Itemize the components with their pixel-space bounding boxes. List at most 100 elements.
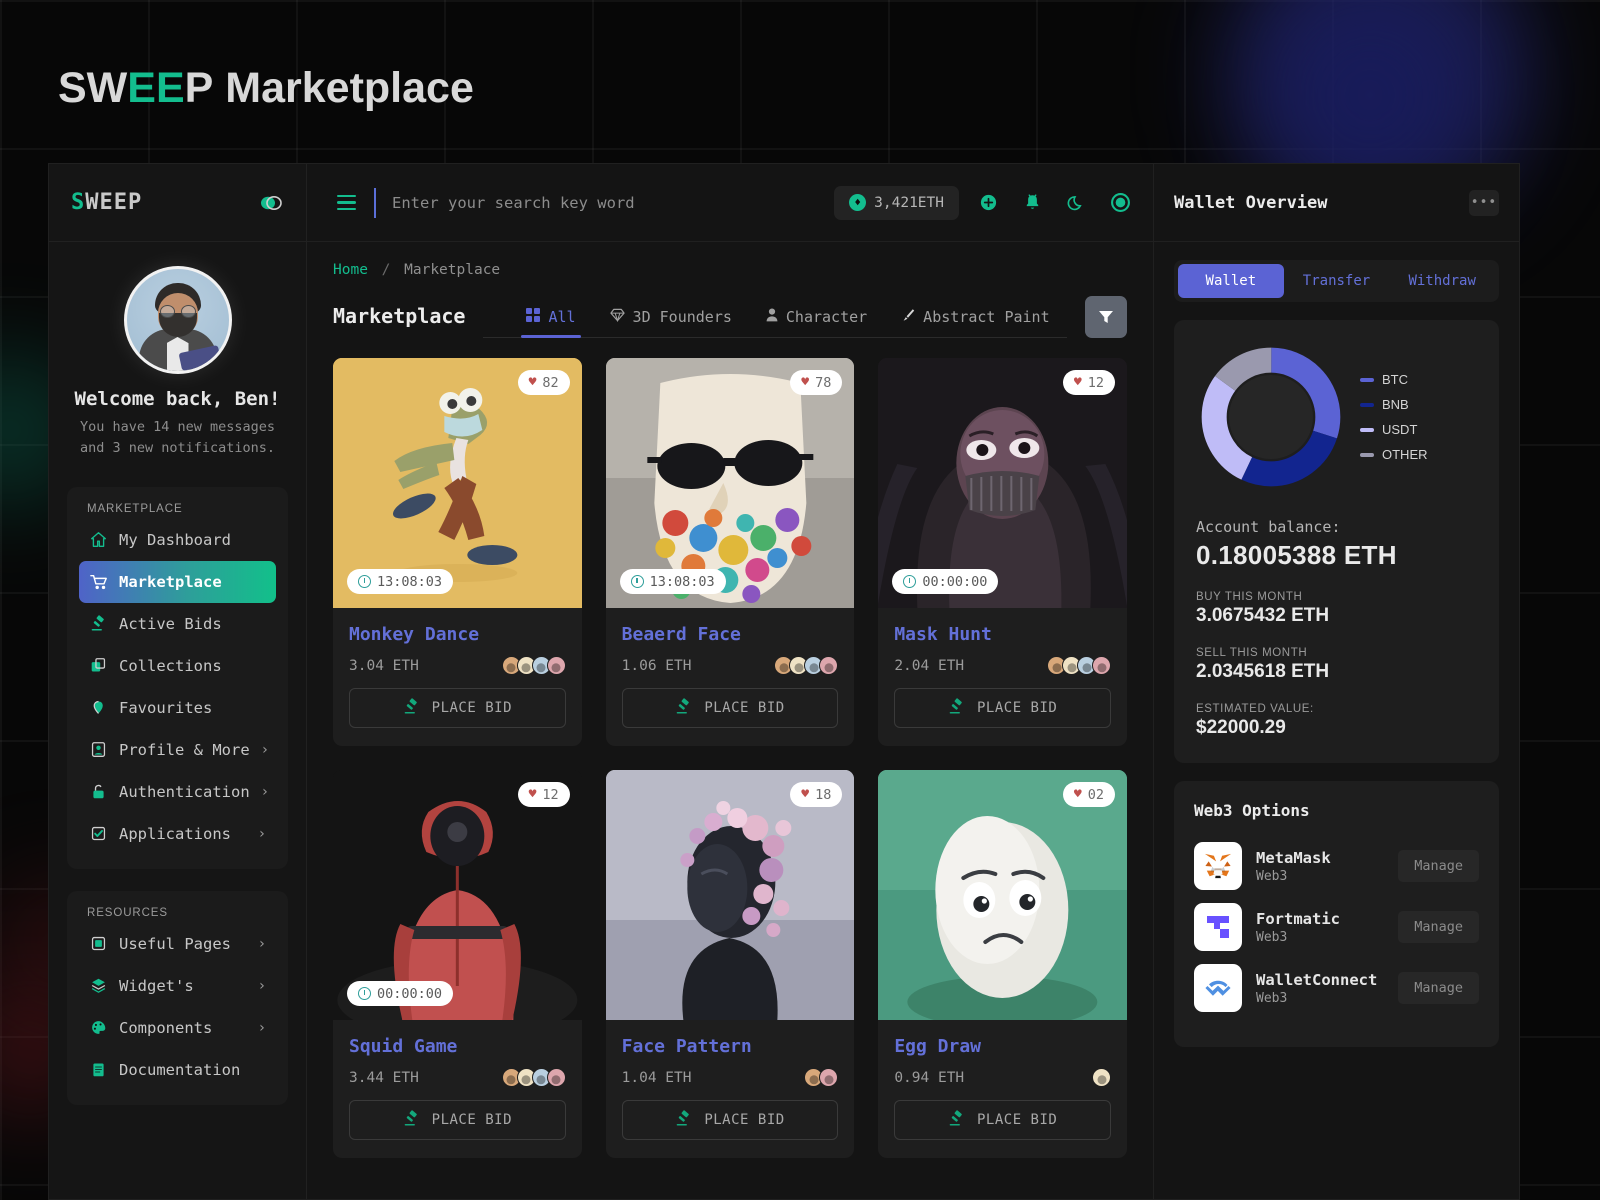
profile-ring-icon[interactable] — [1105, 188, 1135, 218]
nft-name[interactable]: Beaerd Face — [622, 624, 839, 645]
sidebar-item-marketplace[interactable]: Marketplace — [79, 560, 276, 603]
sidebar-item-label: Authentication — [119, 782, 250, 801]
like-badge[interactable]: ♥ 12 — [517, 782, 570, 807]
tab-abstract-paint[interactable]: Abstract Paint — [888, 301, 1062, 337]
nft-thumbnail[interactable]: ♥ 12 00:00:00 — [878, 358, 1127, 608]
place-bid-button[interactable]: PLACE BID — [621, 688, 839, 728]
place-bid-button[interactable]: PLACE BID — [894, 688, 1111, 728]
place-bid-label: PLACE BID — [704, 700, 785, 716]
tab-wallet[interactable]: Wallet — [1178, 264, 1284, 298]
sidebar-item-favourites[interactable]: Favourites — [79, 687, 276, 729]
tab-character[interactable]: Character — [753, 301, 880, 337]
sidebar-item-active-bids[interactable]: Active Bids — [79, 603, 276, 645]
more-dots-icon[interactable]: ••• — [1469, 189, 1499, 216]
diamond-icon — [609, 308, 625, 326]
nft-card[interactable]: ♥ 02 Egg Draw 0.94 ETH PLACE BID — [878, 770, 1127, 1158]
tab-all[interactable]: All — [513, 301, 588, 338]
search-input[interactable] — [392, 193, 821, 212]
cart-icon — [89, 572, 108, 591]
manage-button[interactable]: Manage — [1398, 850, 1479, 882]
layers-icon — [89, 976, 108, 995]
nft-meta-row: 0.94 ETH — [894, 1068, 1111, 1087]
nft-thumbnail[interactable]: ♥ 18 — [605, 770, 855, 1020]
dark-mode-moon-icon[interactable] — [1061, 188, 1091, 218]
countdown-badge: 13:08:03 — [347, 569, 454, 594]
tab-label: Character — [785, 308, 868, 326]
square-icon — [89, 934, 108, 953]
place-bid-button[interactable]: PLACE BID — [349, 688, 566, 728]
nft-card[interactable]: ♥ 78 13:08:03 Beaerd Face 1.06 ETH PLACE… — [605, 358, 855, 746]
nft-thumbnail[interactable]: ♥ 82 13:08:03 — [333, 358, 582, 608]
avatar — [819, 1068, 839, 1087]
brand-logo-rest: WEEP — [85, 190, 143, 215]
legend-swatch — [1360, 452, 1374, 457]
hamburger-icon[interactable] — [333, 191, 360, 214]
sidebar-item-collections[interactable]: Collections — [79, 645, 276, 687]
nft-name[interactable]: Squid Game — [349, 1036, 566, 1057]
heart-icon: ♥ — [1073, 787, 1082, 802]
breadcrumb-home[interactable]: Home — [333, 262, 368, 278]
nft-card[interactable]: ♥ 12 00:00:00 Mask Hunt 2.04 ETH PLACE B… — [878, 358, 1127, 746]
tab-label: All — [548, 308, 576, 326]
notification-bell-icon[interactable] — [1017, 188, 1047, 218]
heart-icon: ♥ — [528, 787, 537, 802]
place-bid-button[interactable]: PLACE BID — [894, 1100, 1111, 1140]
manage-button[interactable]: Manage — [1398, 911, 1479, 943]
stat-label: BUY THIS MONTH — [1196, 591, 1303, 603]
heart-icon: ♥ — [1073, 375, 1082, 390]
tab-withdraw[interactable]: Withdraw — [1389, 264, 1495, 298]
filter-funnel-icon[interactable] — [1085, 296, 1127, 338]
chart-legend: BTC BNB USDT OTHER — [1360, 372, 1428, 462]
link-toggle-icon[interactable] — [258, 190, 284, 216]
countdown-badge: 00:00:00 — [347, 981, 454, 1006]
fortmatic-icon — [1194, 903, 1242, 951]
sidebar-item-label: Marketplace — [119, 572, 222, 591]
web3-option-name: MetaMask — [1256, 848, 1331, 867]
countdown-badge: 00:00:00 — [892, 569, 999, 594]
nft-name[interactable]: Monkey Dance — [349, 624, 566, 645]
like-badge[interactable]: ♥ 82 — [517, 370, 570, 395]
profile-card-icon — [89, 740, 108, 759]
sidebar-item-my-dashboard[interactable]: My Dashboard — [79, 519, 276, 561]
like-badge[interactable]: ♥ 78 — [790, 370, 843, 395]
sidebar-item-authentication[interactable]: Authentication › — [79, 771, 276, 813]
place-bid-button[interactable]: PLACE BID — [621, 1100, 839, 1140]
add-circle-icon[interactable] — [973, 188, 1003, 218]
nft-thumbnail[interactable]: ♥ 02 — [878, 770, 1127, 1020]
nft-thumbnail[interactable]: ♥ 12 00:00:00 — [333, 770, 582, 1020]
like-badge[interactable]: ♥ 18 — [790, 782, 843, 807]
like-badge[interactable]: ♥ 12 — [1062, 370, 1115, 395]
tab-label: 3D Founders — [632, 308, 732, 326]
sidebar-item-applications[interactable]: Applications › — [79, 813, 276, 855]
brand-logo[interactable]: SWEEP — [71, 190, 142, 215]
like-badge[interactable]: ♥ 02 — [1062, 782, 1115, 807]
legend-label: BNB — [1382, 397, 1409, 412]
sidebar-item-label: Applications — [119, 824, 231, 843]
nft-card[interactable]: ♥ 12 00:00:00 Squid Game 3.44 ETH PLACE … — [333, 770, 582, 1158]
tab-3d-founders[interactable]: 3D Founders — [597, 301, 745, 337]
legend-item-usdt: USDT — [1360, 422, 1428, 437]
page-title-rest: Marketplace — [213, 64, 474, 112]
nft-card[interactable]: ♥ 82 13:08:03 Monkey Dance 3.04 ETH PLAC… — [333, 358, 582, 746]
sidebar-item-components[interactable]: Components › — [79, 1007, 276, 1049]
manage-button[interactable]: Manage — [1398, 972, 1479, 1004]
place-bid-button[interactable]: PLACE BID — [349, 1100, 566, 1140]
sidebar-item-widgets[interactable]: Widget's › — [79, 965, 276, 1007]
eth-balance-value: 3,421ETH — [874, 194, 944, 211]
tab-transfer[interactable]: Transfer — [1284, 264, 1390, 298]
nft-name[interactable]: Face Pattern — [622, 1036, 839, 1057]
sidebar-item-documentation[interactable]: Documentation — [79, 1049, 276, 1091]
sidebar-item-profile-more[interactable]: Profile & More › — [79, 729, 276, 771]
sidebar-item-label: Collections — [119, 656, 222, 675]
nft-name[interactable]: Mask Hunt — [894, 624, 1111, 645]
metamask-fox-icon — [1194, 842, 1242, 890]
eth-balance-pill[interactable]: ♦ 3,421ETH — [834, 185, 959, 220]
web3-option-name: Fortmatic — [1256, 909, 1340, 928]
nft-thumbnail[interactable]: ♥ 78 13:08:03 — [605, 358, 855, 608]
avatar[interactable] — [123, 266, 232, 374]
like-count: 78 — [815, 374, 832, 391]
sidebar-item-useful-pages[interactable]: Useful Pages › — [79, 923, 276, 965]
nft-name[interactable]: Egg Draw — [894, 1036, 1111, 1057]
face-pattern-artwork — [605, 770, 855, 1020]
nft-card[interactable]: ♥ 18 Face Pattern 1.04 ETH PLACE BID — [605, 770, 855, 1158]
